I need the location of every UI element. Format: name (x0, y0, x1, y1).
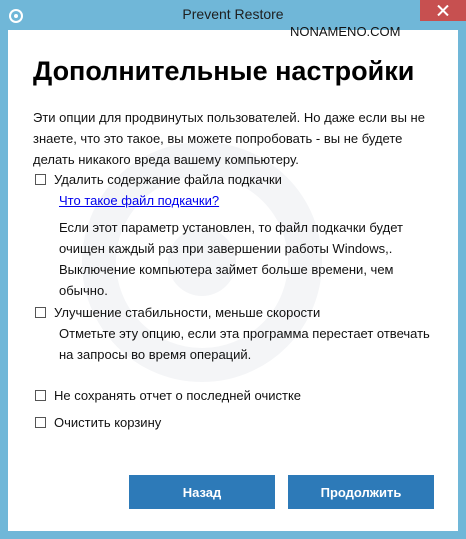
checkbox-empty-recycle-bin[interactable] (35, 416, 46, 428)
back-button[interactable]: Назад (129, 475, 275, 509)
dialog-content: Дополнительные настройки Эти опции для п… (8, 30, 458, 531)
option-empty-recycle-bin[interactable]: Очистить корзину (35, 414, 161, 430)
pagefile-help-link[interactable]: Что такое файл подкачки? (59, 193, 219, 208)
option-label: Удалить содержание файла подкачки (54, 171, 282, 187)
option-label: Улучшение стабильности, меньше скорости (54, 304, 321, 320)
pagefile-description: Если этот параметр установлен, то файл п… (59, 220, 403, 298)
checkbox-clear-pagefile[interactable] (35, 173, 46, 185)
watermark: NONAMENO.COM (290, 24, 401, 39)
close-button[interactable] (420, 0, 466, 21)
option-stability[interactable]: Улучшение стабильности, меньше скорости (35, 304, 320, 320)
option-label: Очистить корзину (54, 414, 162, 430)
option-clear-pagefile[interactable]: Удалить содержание файла подкачки (35, 171, 282, 187)
option-no-report[interactable]: Не сохранять отчет о последней очистке (35, 387, 301, 403)
option-label: Не сохранять отчет о последней очистке (54, 387, 302, 403)
window-title: Prevent Restore (182, 6, 284, 22)
page-title: Дополнительные настройки (33, 56, 415, 86)
stability-description: Отметьте эту опцию, если эта программа п… (59, 326, 430, 362)
close-icon (437, 5, 449, 16)
checkbox-stability[interactable] (35, 306, 46, 318)
checkbox-no-report[interactable] (35, 389, 46, 401)
continue-button[interactable]: Продолжить (288, 475, 434, 509)
intro-text: Эти опции для продвинутых пользователей.… (33, 110, 425, 167)
